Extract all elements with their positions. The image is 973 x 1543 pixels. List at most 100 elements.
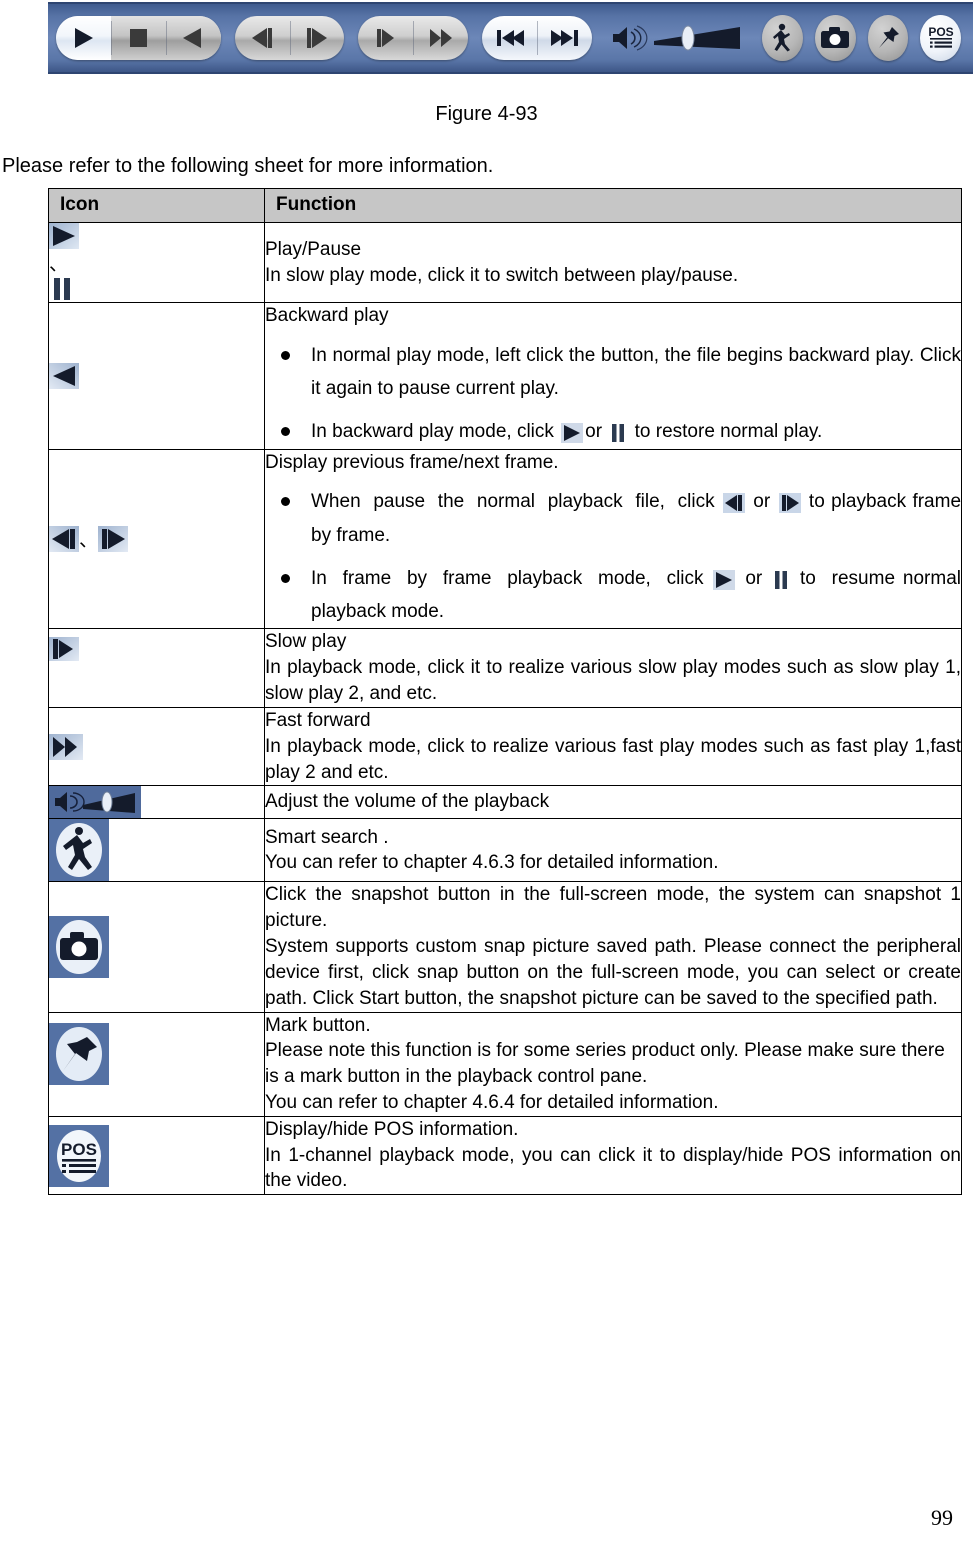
table-row: Mark button. Please note this function i… (48, 1011, 962, 1117)
pos-icon: POS (924, 23, 958, 53)
skip-forward-icon (549, 26, 581, 50)
function-title: Smart search . (265, 826, 389, 848)
function-title: Slow play (265, 631, 347, 653)
skip-backward-icon (494, 26, 526, 50)
bullet-item: In normal play mode, left click the butt… (265, 339, 961, 406)
figure-caption: Figure 4-93 (435, 103, 538, 125)
function-cell: Smart search . You can refer to chapter … (264, 818, 962, 883)
icon-function-table: Icon Function 、 Play/Pause In slow play … (48, 188, 962, 1196)
table-row: 、 Display previous frame/next frame. Whe… (48, 448, 962, 630)
previous-frame-icon (49, 525, 79, 552)
play-icon (49, 223, 264, 249)
previous-file-button[interactable] (482, 16, 537, 60)
bullet-text: In normal play mode, left click the butt… (311, 344, 961, 400)
table-row: Backward play In normal play mode, left … (48, 302, 962, 450)
mark-button[interactable] (867, 15, 909, 61)
playback-control-figure: POS (48, 2, 973, 74)
speed-group (358, 16, 469, 60)
next-frame-icon (98, 525, 129, 552)
table-row: Click the snapshot button in the full-sc… (48, 881, 962, 1013)
backward-play-button[interactable] (165, 16, 221, 60)
next-frame-icon (778, 493, 801, 514)
next-frame-button[interactable] (289, 16, 345, 60)
previous-frame-button[interactable] (235, 16, 290, 60)
svg-text:POS: POS (928, 25, 953, 39)
play-icon (561, 423, 584, 444)
function-line: You can refer to chapter 4.6.3 for detai… (265, 852, 719, 874)
fast-forward-icon (49, 733, 264, 760)
pause-icon (609, 423, 627, 443)
function-line: You can refer to chapter 4.6.4 for detai… (265, 1092, 719, 1113)
icon-cell-slow-play (48, 628, 265, 708)
pos-icon: POS (49, 1124, 264, 1187)
table-row: Adjust the volume of the playback (48, 785, 962, 820)
walking-person-icon (49, 819, 264, 882)
svg-text:POS: POS (61, 1140, 97, 1159)
pushpin-icon (875, 25, 901, 51)
bullet-item: In backward play mode, click or to resto… (265, 415, 961, 448)
speaker-icon (610, 23, 648, 53)
stop-icon (125, 25, 151, 51)
snapshot-button[interactable] (814, 15, 856, 61)
stop-button[interactable] (110, 16, 166, 60)
bullet-item: When pause the normal playback file, cli… (265, 485, 961, 552)
function-title: Mark button. (265, 1014, 371, 1036)
camera-icon (49, 915, 264, 978)
playback-control-toolbar: POS (48, 2, 973, 74)
table-row: Smart search . You can refer to chapter … (48, 818, 962, 883)
camera-icon (820, 26, 850, 50)
transport-group-1 (56, 16, 221, 60)
table-row: Fast forward In playback mode, click to … (48, 706, 962, 787)
icon-cell-mark (48, 1011, 265, 1117)
function-line: In slow play mode, click it to switch be… (265, 264, 739, 286)
table-header-row: Icon Function (48, 188, 962, 223)
volume-control[interactable] (610, 23, 744, 53)
function-line: System supports custom snap picture save… (265, 936, 961, 1009)
icon-cell-frame-step: 、 (48, 448, 265, 630)
function-cell: Slow play In playback mode, click it to … (264, 628, 962, 708)
function-title: Click the snapshot button in the full-sc… (265, 884, 961, 932)
walking-person-icon (769, 23, 795, 53)
bullet-item: In frame by frame playback mode, click o… (265, 562, 961, 629)
previous-frame-icon (248, 25, 276, 51)
fast-forward-icon (426, 25, 456, 51)
function-title: Display/hide POS information. (265, 1118, 519, 1140)
function-cell: Mark button. Please note this function i… (264, 1011, 962, 1117)
pos-button[interactable]: POS (920, 15, 962, 61)
play-icon (713, 569, 736, 590)
pushpin-icon (49, 1022, 264, 1085)
function-title: Adjust the volume of the playback (265, 791, 550, 813)
column-header-icon: Icon (48, 188, 265, 223)
function-cell: Adjust the volume of the playback (264, 785, 962, 820)
pause-icon (772, 570, 790, 590)
next-file-button[interactable] (537, 16, 592, 60)
function-title: Display previous frame/next frame. (265, 451, 559, 473)
pause-icon (49, 276, 264, 302)
function-title: Fast forward (265, 709, 371, 731)
previous-frame-icon (722, 493, 745, 514)
function-title: Play/Pause (265, 238, 362, 260)
slow-play-button[interactable] (358, 16, 413, 60)
play-button[interactable] (56, 16, 111, 60)
icon-cell-volume (48, 785, 265, 820)
backward-play-icon (49, 362, 79, 389)
page-number: 99 (931, 1505, 953, 1530)
function-title: Backward play (265, 305, 389, 326)
file-skip-group (482, 16, 593, 60)
table-row: POS Display/hide POS information. In 1-c… (48, 1115, 962, 1196)
function-line: Please note this function is for some se… (265, 1040, 945, 1088)
column-header-function: Function (264, 188, 962, 223)
play-icon (70, 25, 96, 51)
fast-forward-button[interactable] (413, 16, 468, 60)
icon-cell-play-pause: 、 (48, 222, 265, 303)
volume-slider[interactable] (652, 25, 744, 51)
function-cell: Backward play In normal play mode, left … (264, 302, 962, 450)
icon-cell-smart-search (48, 818, 265, 883)
table-row: 、 Play/Pause In slow play mode, click it… (48, 222, 962, 303)
slow-play-icon (372, 25, 400, 51)
icon-separator: 、 (49, 254, 69, 275)
function-line: In playback mode, click to realize vario… (265, 735, 961, 783)
smart-search-button[interactable] (762, 15, 803, 61)
lead-paragraph: Please refer to the following sheet for … (2, 155, 494, 177)
function-bullet-list: When pause the normal playback file, cli… (265, 485, 961, 628)
